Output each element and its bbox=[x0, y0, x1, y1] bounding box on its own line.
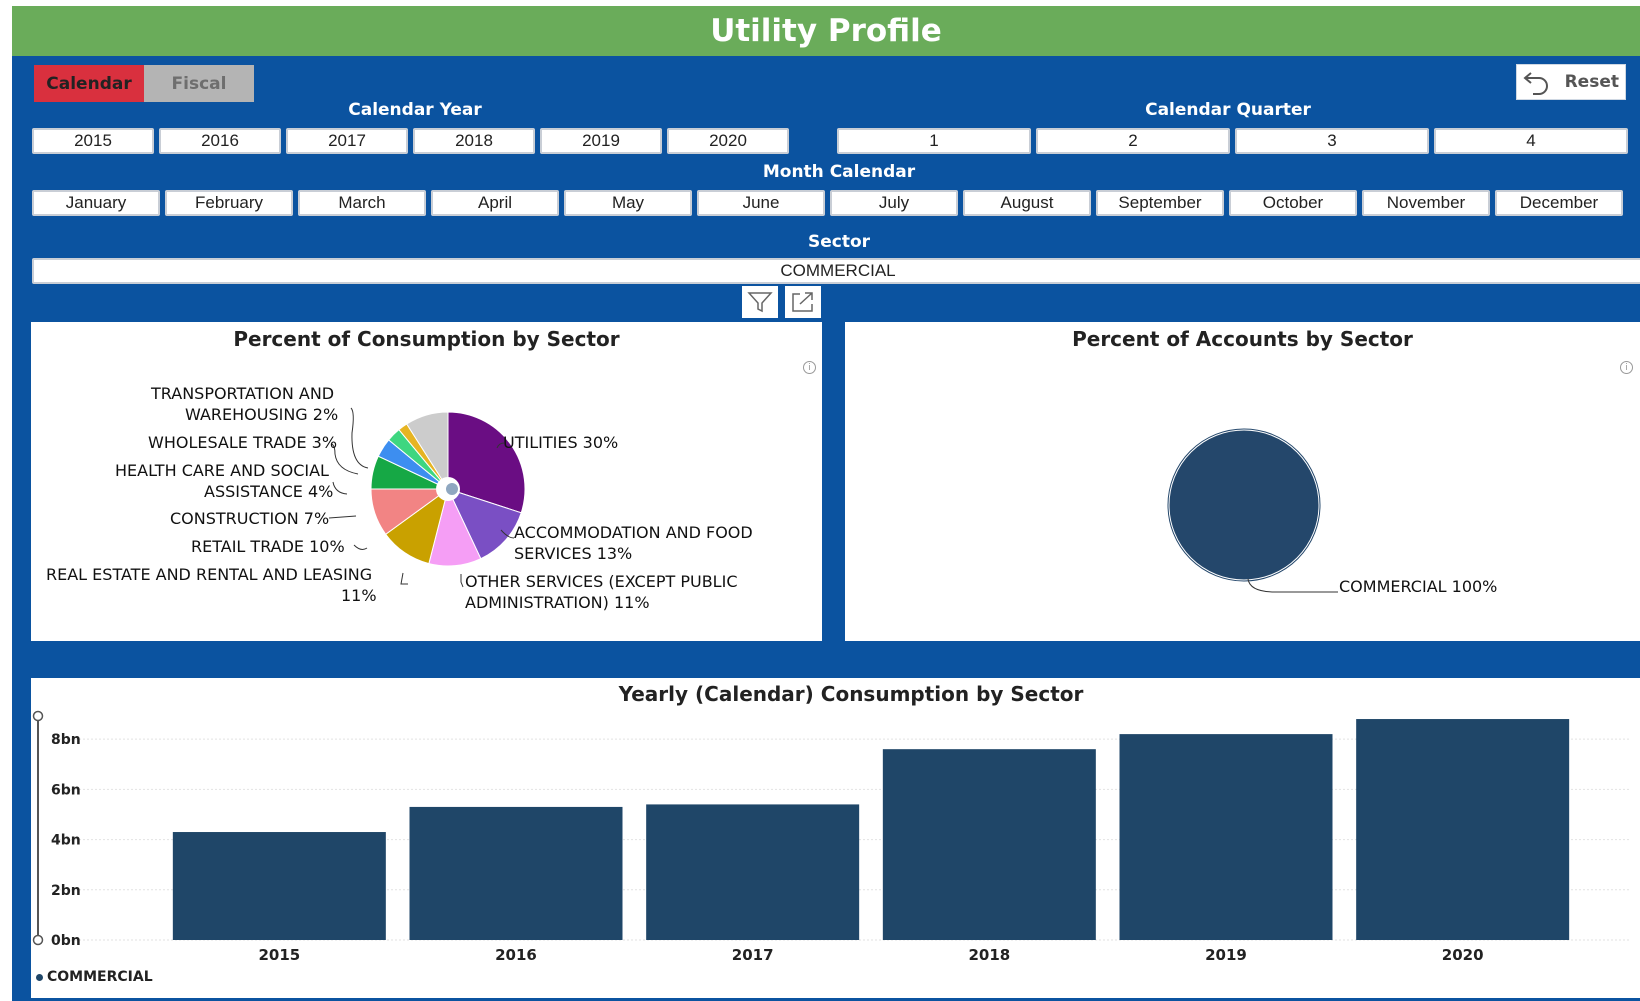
slider-handle[interactable] bbox=[32, 934, 44, 946]
calendar-quarter-title: Calendar Quarter bbox=[1145, 100, 1311, 120]
x-tick-label: 2020 bbox=[1442, 946, 1484, 964]
slider-handle[interactable] bbox=[32, 710, 44, 722]
month-calendar-slicer: January February March April May June Ju… bbox=[32, 190, 1640, 216]
year-option-2015[interactable]: 2015 bbox=[32, 128, 154, 154]
leader-line bbox=[400, 572, 408, 585]
calendar-year-slicer: 2015 2016 2017 2018 2019 2020 bbox=[32, 128, 800, 154]
undo-icon bbox=[1523, 72, 1548, 95]
x-tick-label: 2016 bbox=[495, 946, 537, 964]
x-tick-label: 2019 bbox=[1205, 946, 1247, 964]
label-commercial: COMMERCIAL 100% bbox=[1339, 577, 1498, 596]
label-retail: RETAIL TRADE 10% bbox=[191, 537, 345, 556]
fiscal-toggle-button[interactable]: Fiscal bbox=[144, 65, 254, 102]
month-option-october[interactable]: October bbox=[1229, 190, 1357, 216]
bar-2019[interactable] bbox=[1119, 734, 1333, 940]
label-utilities: UTILITIES 30% bbox=[503, 433, 619, 452]
quarter-option-2[interactable]: 2 bbox=[1036, 128, 1230, 154]
leader-line bbox=[350, 407, 369, 469]
year-option-2016[interactable]: 2016 bbox=[159, 128, 281, 154]
y-tick-label: 6bn bbox=[51, 782, 81, 798]
y-tick-label: 8bn bbox=[51, 732, 81, 748]
label-transportation-line1: TRANSPORTATION AND bbox=[151, 384, 335, 403]
bar-2016[interactable] bbox=[409, 806, 623, 940]
yearly-consumption-bar-chart: 0bn 2bn 4bn 6bn 8bn 2015 2016 2017 2018 2019 2020 bbox=[32, 710, 1631, 964]
month-option-january[interactable]: January bbox=[32, 190, 160, 216]
page-title: Utility Profile bbox=[12, 6, 1640, 56]
label-accommodation-line1: ACCOMMODATION AND FOOD bbox=[514, 523, 753, 542]
y-tick-label: 4bn bbox=[51, 833, 81, 849]
yearly-consumption-panel: Yearly (Calendar) Consumption by Sector … bbox=[31, 678, 1640, 998]
quarter-option-3[interactable]: 3 bbox=[1235, 128, 1429, 154]
x-tick-label: 2018 bbox=[968, 946, 1010, 964]
calendar-year-title: Calendar Year bbox=[348, 100, 482, 120]
label-other-services-line2: ADMINISTRATION) 11% bbox=[465, 593, 650, 612]
accounts-pie-panel: Percent of Accounts by Sector i COMMERCI… bbox=[845, 322, 1640, 641]
leader-line bbox=[460, 574, 464, 588]
x-tick-label: 2015 bbox=[258, 946, 300, 964]
bar-2017[interactable] bbox=[646, 804, 860, 940]
consumption-pie-panel: Percent of Consumption by Sector i UTILI… bbox=[31, 322, 822, 641]
sector-dropdown[interactable]: COMMERCIAL bbox=[32, 258, 1640, 284]
year-option-2019[interactable]: 2019 bbox=[540, 128, 662, 154]
month-option-april[interactable]: April bbox=[431, 190, 559, 216]
y-tick-label: 2bn bbox=[51, 883, 81, 899]
year-option-2017[interactable]: 2017 bbox=[286, 128, 408, 154]
month-option-november[interactable]: November bbox=[1362, 190, 1490, 216]
accounts-pie-chart bbox=[1167, 428, 1338, 593]
quarter-option-1[interactable]: 1 bbox=[837, 128, 1031, 154]
pie-center-mark bbox=[446, 483, 458, 495]
label-real-estate-line2: 11% bbox=[341, 586, 377, 605]
calendar-quarter-slicer: 1 2 3 4 bbox=[837, 128, 1637, 154]
filter-button[interactable] bbox=[742, 286, 778, 318]
label-accommodation-line2: SERVICES 13% bbox=[514, 544, 633, 563]
month-option-july[interactable]: July bbox=[830, 190, 958, 216]
leader-line bbox=[1247, 578, 1338, 593]
label-wholesale: WHOLESALE TRADE 3% bbox=[148, 433, 338, 452]
leader-line bbox=[353, 544, 368, 550]
leader-line bbox=[328, 515, 357, 519]
month-option-june[interactable]: June bbox=[697, 190, 825, 216]
label-construction: CONSTRUCTION 7% bbox=[170, 509, 330, 528]
bar-2018[interactable] bbox=[882, 749, 1096, 940]
bar-2020[interactable] bbox=[1356, 719, 1570, 940]
pie-slice-commercial[interactable] bbox=[1168, 429, 1320, 581]
leader-line bbox=[332, 481, 348, 495]
label-other-services-line1: OTHER SERVICES (EXCEPT PUBLIC bbox=[465, 572, 738, 591]
label-health-line1: HEALTH CARE AND SOCIAL bbox=[115, 461, 329, 480]
label-real-estate-line1: REAL ESTATE AND RENTAL AND LEASING bbox=[46, 565, 373, 584]
legend: COMMERCIAL bbox=[36, 969, 153, 985]
x-tick-label: 2017 bbox=[732, 946, 774, 964]
month-option-december[interactable]: December bbox=[1495, 190, 1623, 216]
reset-label: Reset bbox=[1564, 72, 1619, 92]
calendar-toggle-button[interactable]: Calendar bbox=[34, 65, 144, 102]
month-calendar-title: Month Calendar bbox=[762, 162, 916, 182]
month-option-may[interactable]: May bbox=[564, 190, 692, 216]
filter-icon bbox=[747, 292, 773, 313]
reset-button[interactable]: Reset bbox=[1516, 64, 1626, 100]
focus-mode-icon bbox=[792, 292, 813, 312]
quarter-option-4[interactable]: 4 bbox=[1434, 128, 1628, 154]
month-option-march[interactable]: March bbox=[298, 190, 426, 216]
label-transportation-line2: WAREHOUSING 2% bbox=[185, 405, 339, 424]
report-canvas: Calendar Fiscal Reset Calendar Year 2015… bbox=[12, 56, 1640, 1001]
consumption-pie-chart bbox=[328, 407, 526, 588]
month-option-august[interactable]: August bbox=[963, 190, 1091, 216]
year-option-2020[interactable]: 2020 bbox=[667, 128, 789, 154]
sector-title: Sector bbox=[807, 232, 871, 252]
month-option-february[interactable]: February bbox=[165, 190, 293, 216]
month-option-september[interactable]: September bbox=[1096, 190, 1224, 216]
legend-label-commercial: COMMERCIAL bbox=[47, 969, 153, 985]
bar-2015[interactable] bbox=[172, 832, 386, 940]
legend-marker-commercial bbox=[36, 973, 43, 981]
y-tick-label: 0bn bbox=[51, 933, 81, 949]
label-health-line2: ASSISTANCE 4% bbox=[204, 482, 334, 501]
focus-mode-button[interactable] bbox=[785, 286, 821, 318]
year-option-2018[interactable]: 2018 bbox=[413, 128, 535, 154]
